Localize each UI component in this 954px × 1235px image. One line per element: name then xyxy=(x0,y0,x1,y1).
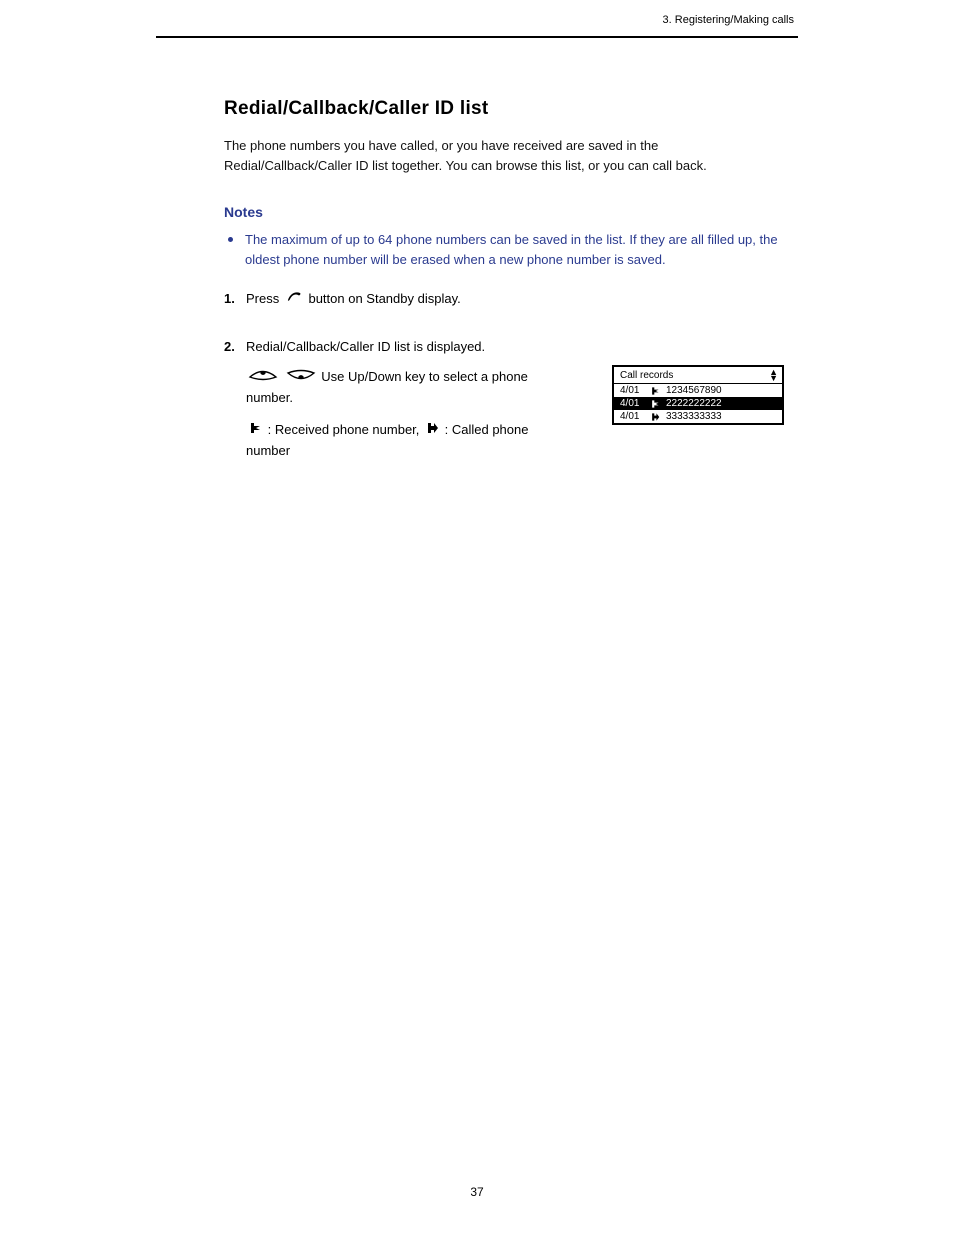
section-title: Redial/Callback/Caller ID list xyxy=(224,98,798,120)
out-arrow-icon xyxy=(425,421,439,441)
row-number: 3333333333 xyxy=(662,411,722,422)
step-2-line-2: : Received phone number, : Called phone … xyxy=(246,420,556,461)
notes-text: The maximum of up to 64 phone numbers ca… xyxy=(245,230,785,270)
screen-header: Call records ▲▼ xyxy=(614,367,782,384)
step-2-number: 2. xyxy=(224,337,246,357)
phone-screen: Call records ▲▼ 4/01 1234567890 4/01 222222… xyxy=(612,365,784,425)
page-number: 37 xyxy=(470,1185,483,1199)
bullet-dot-icon xyxy=(228,237,233,242)
row-date: 4/01 xyxy=(620,411,648,422)
row-number: 2222222222 xyxy=(662,398,722,409)
in-arrow-icon xyxy=(648,399,662,409)
screen-title: Call records xyxy=(620,370,673,381)
in-arrow-icon xyxy=(648,386,662,396)
out-arrow-icon xyxy=(648,412,662,422)
call-record-row: 4/01 2222222222 xyxy=(614,397,782,410)
step-2-body: Redial/Callback/Caller ID list is displa… xyxy=(246,337,556,461)
scroll-arrows-icon: ▲▼ xyxy=(769,369,778,381)
notes-heading: Notes xyxy=(224,204,798,220)
row-date: 4/01 xyxy=(620,385,648,396)
in-arrow-icon xyxy=(248,421,262,441)
row-date: 4/01 xyxy=(620,398,648,409)
running-header: 3. Registering/Making calls xyxy=(663,14,794,26)
notes-bullet: The maximum of up to 64 phone numbers ca… xyxy=(228,230,798,270)
hook-off-icon xyxy=(285,289,303,309)
step-1: 1. Press button on Standby display. xyxy=(224,289,798,310)
step-1-body: Press button on Standby display. xyxy=(246,289,461,310)
step-1-post: button on Standby display. xyxy=(308,291,460,306)
eye-down-icon xyxy=(286,368,316,388)
step-1-number: 1. xyxy=(224,289,246,309)
step-2-line-1: Use Up/Down key to select a phone number… xyxy=(246,367,556,408)
top-rule xyxy=(156,36,798,38)
step-1-pre: Press xyxy=(246,291,283,306)
row-number: 1234567890 xyxy=(662,385,722,396)
call-record-row: 4/01 1234567890 xyxy=(614,384,782,397)
eye-up-icon xyxy=(248,368,278,388)
call-record-row: 4/01 3333333333 xyxy=(614,410,782,423)
step-2-frag-1: : Received phone number, xyxy=(268,422,423,437)
step-2-line-0: Redial/Callback/Caller ID list is displa… xyxy=(246,337,556,357)
section-intro: The phone numbers you have called, or yo… xyxy=(224,136,784,176)
